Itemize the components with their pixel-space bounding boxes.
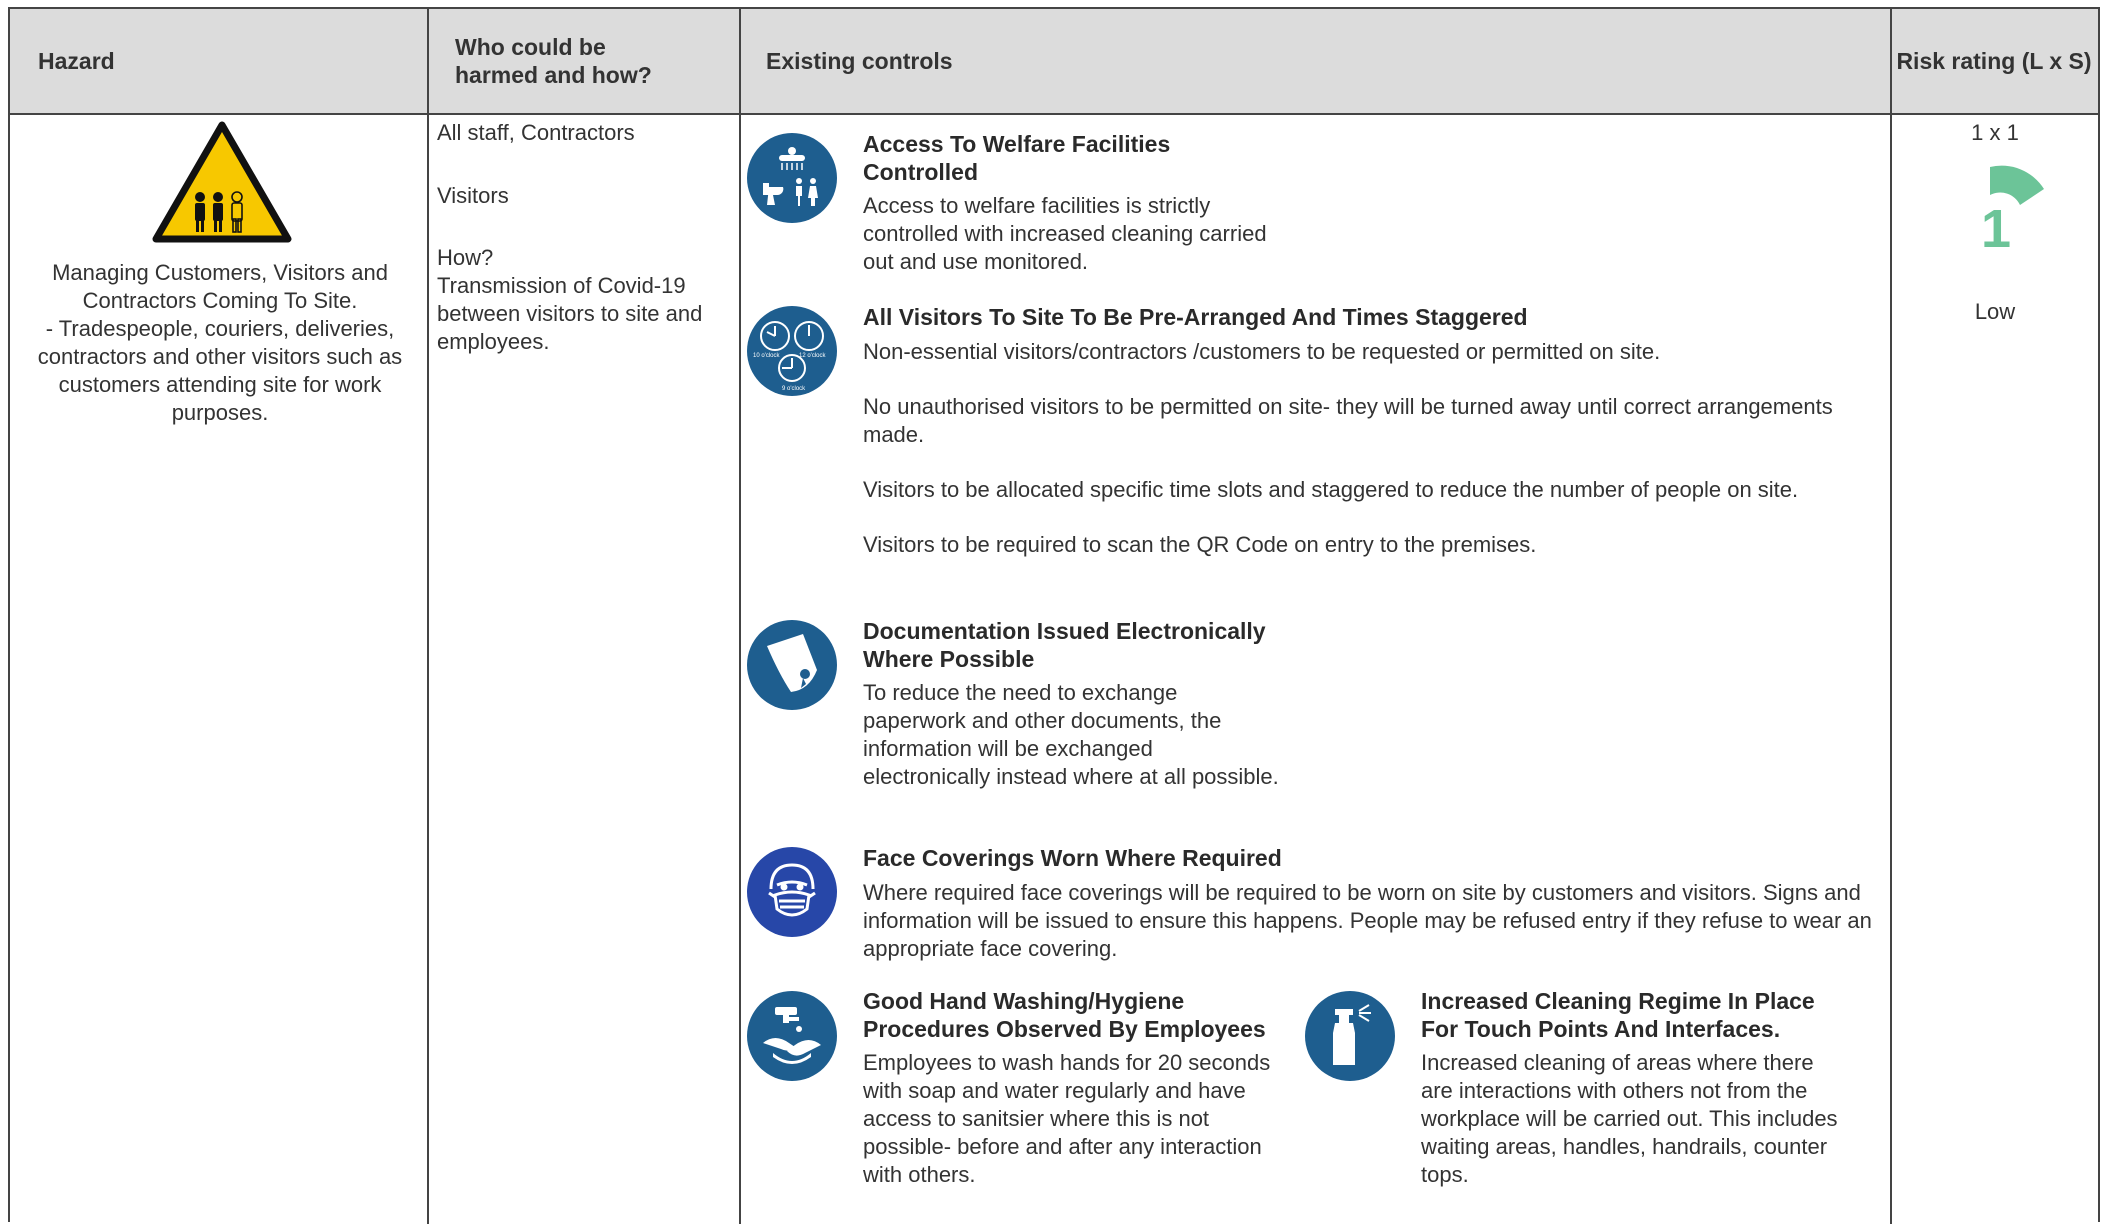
column-divider — [427, 9, 429, 1224]
risk-rating: 1 x 1 — [1971, 120, 2019, 145]
clock-label: 9 o'clock — [782, 386, 806, 392]
control-welfare: Access To Welfare Facilities Controlled … — [863, 130, 1283, 276]
control-face-coverings: Face Coverings Worn Where Required Where… — [863, 844, 1873, 963]
control-documentation: Documentation Issued Electronically Wher… — [863, 617, 1283, 791]
control-text: Visitors to be required to scan the QR C… — [863, 532, 1537, 557]
control-title: Documentation Issued Electronically Wher… — [863, 618, 1266, 672]
control-title: Access To Welfare Facilities Controlled — [863, 131, 1171, 185]
welfare-facilities-icon — [747, 133, 837, 223]
header-hazard: Hazard — [38, 48, 115, 74]
spray-bottle-icon — [1305, 991, 1395, 1081]
risk-level: Low — [1974, 299, 2016, 324]
document-icon — [747, 620, 837, 710]
control-text: Where required face coverings will be re… — [863, 880, 1872, 961]
header-who: Who could be harmed and how? — [455, 34, 652, 88]
header-controls: Existing controls — [766, 48, 953, 74]
how-text: Transmission of Covid-19 between visitor… — [437, 273, 703, 354]
control-text: No unauthorised visitors to be permitted… — [863, 394, 1833, 447]
control-text: Visitors to be allocated specific time s… — [863, 477, 1799, 502]
who-cell: All staff, Contractors Visitors How? Tra… — [437, 119, 732, 356]
control-cleaning: Increased Cleaning Regime In Place For T… — [1421, 987, 1851, 1189]
clocks-icon: 10 o'clock 12 o'clock 9 o'clock — [747, 306, 837, 396]
header-risk: Risk rating (L x S) — [1896, 48, 2092, 74]
control-title: All Visitors To Site To Be Pre-Arranged … — [863, 304, 1528, 330]
hazard-description: Managing Customers, Visitors and Contrac… — [37, 260, 403, 425]
warning-people-icon — [152, 121, 292, 248]
control-text: Employees to wash hands for 20 seconds w… — [863, 1050, 1271, 1187]
clock-label: 10 o'clock — [753, 353, 780, 359]
risk-score: 1 — [1981, 199, 2011, 251]
control-hand-washing: Good Hand Washing/Hygiene Procedures Obs… — [863, 987, 1283, 1189]
who-line-1: All staff, Contractors — [437, 120, 635, 145]
control-title: Face Coverings Worn Where Required — [863, 845, 1282, 871]
control-text: Increased cleaning of areas where there … — [1421, 1050, 1838, 1187]
table-header: Hazard Who could be harmed and how? Exis… — [10, 9, 2098, 115]
risk-cell: 1 x 1 1 Low — [1892, 117, 2098, 326]
risk-gauge: 1 — [1981, 165, 2044, 251]
control-text: Non-essential visitors/contractors /cust… — [863, 339, 1661, 364]
face-mask-icon — [747, 847, 837, 937]
who-line-2: Visitors — [437, 183, 509, 208]
control-visitors: All Visitors To Site To Be Pre-Arranged … — [863, 303, 1873, 559]
control-title: Good Hand Washing/Hygiene Procedures Obs… — [863, 988, 1266, 1042]
how-label: How? — [437, 245, 494, 270]
control-text: To reduce the need to exchange paperwork… — [863, 680, 1279, 789]
column-divider — [739, 9, 741, 1224]
control-text: Access to welfare facilities is strictly… — [863, 193, 1267, 274]
hand-washing-icon — [747, 991, 837, 1081]
clock-label: 12 o'clock — [799, 353, 826, 359]
control-title: Increased Cleaning Regime In Place For T… — [1421, 988, 1815, 1042]
risk-assessment-table: Hazard Who could be harmed and how? Exis… — [8, 7, 2100, 1224]
